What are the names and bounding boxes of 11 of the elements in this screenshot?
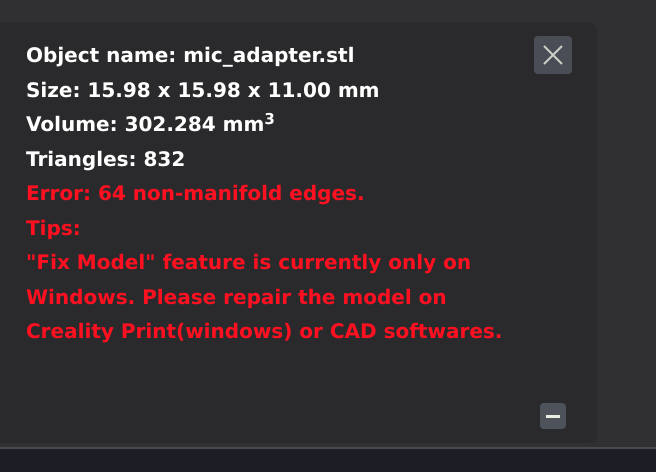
info-text: Object name: mic_adapter.stl (26, 42, 356, 69)
collapse-button[interactable] (540, 403, 566, 429)
close-button[interactable] (534, 36, 572, 74)
error-text: "Fix Model" feature is currently only on Windows. Please repair the model on Creality Print(windows) or CAD softwares. (26, 249, 504, 345)
info-text: Triangles: 832 (26, 146, 186, 172)
info-text: Volume: 302.284 mm$^{3}$ (26, 108, 276, 138)
minus-icon (546, 414, 560, 418)
error-text: Tips: (26, 214, 82, 242)
error-text: Error: 64 non-manifold edges. (26, 180, 366, 207)
info-text: Size: 15.98 x 15.98 x 11.00 mm (26, 76, 381, 104)
close-icon (542, 44, 564, 66)
